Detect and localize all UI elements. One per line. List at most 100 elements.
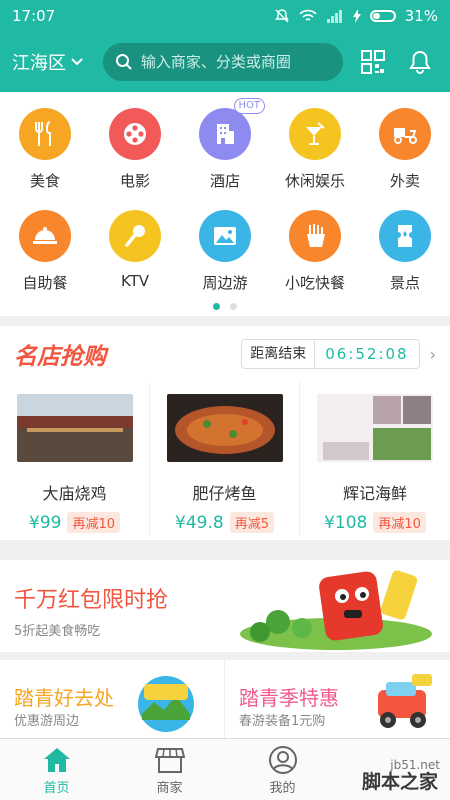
promo-card[interactable]: 踏青好去处 优惠游周边 bbox=[0, 660, 225, 738]
bell-icon bbox=[409, 50, 432, 74]
mute-icon bbox=[274, 9, 289, 23]
category-buffet[interactable]: 自助餐 bbox=[0, 210, 90, 293]
qr-code-icon bbox=[360, 50, 385, 74]
top-header: 江海区 bbox=[0, 32, 450, 92]
countdown-label: 距离结束 bbox=[242, 340, 316, 368]
search-input[interactable] bbox=[140, 53, 331, 71]
battery-percent: 31% bbox=[404, 7, 438, 25]
delivery-scooter-icon bbox=[394, 128, 417, 144]
category-label: 电影 bbox=[119, 172, 150, 190]
category-icon-circle bbox=[289, 108, 341, 160]
chevron-right-icon[interactable]: › bbox=[430, 345, 436, 364]
user-icon bbox=[268, 746, 297, 774]
status-icons: 31% bbox=[274, 7, 438, 25]
watermark: jb51.net 脚本之家 bbox=[322, 748, 450, 800]
charging-icon bbox=[352, 9, 361, 23]
microphone-icon bbox=[125, 225, 145, 247]
category-snacks[interactable]: 小吃快餐 bbox=[270, 210, 360, 293]
category-grid: 美食 电影 HOT 酒店 休闲娱乐 外卖 自助餐 KTV 周边游 小吃快餐 景点 bbox=[0, 92, 450, 316]
category-icon-circle bbox=[379, 108, 431, 160]
deal-thumbnail bbox=[317, 394, 433, 462]
deal-thumbnail bbox=[166, 394, 283, 462]
flash-deal-header: 名店抢购 距离结束 06:52:08 › bbox=[0, 326, 450, 382]
category-label: 自助餐 bbox=[22, 274, 68, 292]
tab-label: 我的 bbox=[269, 781, 296, 796]
category-icon-circle bbox=[19, 210, 71, 262]
category-nearby-travel[interactable]: 周边游 bbox=[180, 210, 270, 293]
status-bar: 17:07 31% bbox=[0, 0, 450, 32]
deal-price: ¥108 bbox=[324, 512, 368, 533]
signal-icon bbox=[326, 10, 342, 23]
jeep-car-icon bbox=[378, 674, 432, 728]
watermark-text: 脚本之家 bbox=[361, 771, 438, 793]
city-selector[interactable]: 江海区 bbox=[12, 49, 103, 75]
cocktail-icon bbox=[306, 122, 325, 145]
deal-name: 辉记海鲜 bbox=[342, 484, 407, 503]
flash-deal-list: 大庙烧鸡 ¥99 再减10 肥仔烤鱼 ¥49.8 再减5 辉记海鲜 ¥108 再… bbox=[0, 382, 450, 536]
category-label: 景点 bbox=[389, 274, 420, 292]
page-dot-active[interactable] bbox=[213, 303, 220, 310]
category-food[interactable]: 美食 bbox=[0, 108, 90, 191]
tab-label: 首页 bbox=[43, 781, 70, 796]
store-icon bbox=[154, 748, 185, 773]
promo-card[interactable]: 踏青季特惠 春游装备1元购 bbox=[225, 660, 450, 738]
cloche-icon bbox=[33, 227, 57, 244]
deal-card[interactable]: 肥仔烤鱼 ¥49.8 再减5 bbox=[150, 382, 300, 536]
category-hotel[interactable]: HOT 酒店 bbox=[180, 98, 270, 191]
promo-title: 踏青好去处 bbox=[14, 686, 114, 710]
wifi-icon bbox=[299, 9, 317, 21]
deal-discount-badge: 再减10 bbox=[373, 512, 426, 533]
flash-deal-section: 名店抢购 距离结束 06:52:08 › 大庙烧鸡 ¥99 再减10 肥仔烤鱼 … bbox=[0, 326, 450, 540]
category-label: 小吃快餐 bbox=[284, 274, 345, 292]
search-icon bbox=[115, 54, 132, 70]
deal-card[interactable]: 大庙烧鸡 ¥99 再减10 bbox=[0, 382, 150, 536]
deal-discount-badge: 再减5 bbox=[229, 512, 274, 533]
category-label: 周边游 bbox=[202, 274, 248, 292]
deal-name: 大庙烧鸡 bbox=[42, 484, 107, 503]
ticket-icon bbox=[398, 225, 412, 247]
deal-name: 肥仔烤鱼 bbox=[192, 484, 257, 503]
landscape-icon bbox=[214, 227, 236, 245]
qr-scan-button[interactable] bbox=[355, 44, 391, 80]
banner-subtitle: 5折起美食畅吃 bbox=[14, 624, 101, 639]
category-leisure[interactable]: 休闲娱乐 bbox=[270, 108, 360, 191]
promo-title: 踏青季特惠 bbox=[239, 686, 339, 710]
category-label: 美食 bbox=[29, 172, 60, 190]
category-icon-circle: HOT bbox=[199, 98, 265, 160]
category-takeout[interactable]: 外卖 bbox=[360, 108, 450, 191]
deal-thumbnail bbox=[16, 394, 133, 462]
category-icon-circle bbox=[379, 210, 431, 262]
tab-merchants[interactable]: 商家 bbox=[113, 739, 226, 800]
category-icon-circle bbox=[109, 210, 161, 262]
tab-label: 商家 bbox=[156, 781, 183, 796]
search-bar[interactable] bbox=[102, 43, 343, 81]
red-packet-banner[interactable]: 千万红包限时抢 5折起美食畅吃 bbox=[0, 560, 450, 652]
category-label: KTV bbox=[120, 272, 150, 290]
category-icon-circle bbox=[19, 108, 71, 160]
category-movie[interactable]: 电影 bbox=[90, 108, 180, 191]
chevron-down-icon bbox=[71, 58, 83, 66]
category-icon-circle bbox=[289, 210, 341, 262]
deal-price: ¥99 bbox=[29, 512, 62, 533]
promo-subtitle: 春游装备1元购 bbox=[239, 714, 326, 729]
banner-title: 千万红包限时抢 bbox=[14, 588, 169, 613]
red-packet-mascot-icon bbox=[240, 570, 432, 650]
category-label: 酒店 bbox=[209, 172, 240, 190]
category-scenic-spot[interactable]: 景点 bbox=[360, 210, 450, 293]
countdown-box: 距离结束 06:52:08 bbox=[241, 339, 420, 369]
category-label: 外卖 bbox=[389, 172, 420, 190]
tab-home[interactable]: 首页 bbox=[0, 739, 113, 800]
page-indicator bbox=[0, 303, 450, 310]
home-icon bbox=[43, 748, 70, 772]
film-reel-icon bbox=[124, 123, 146, 145]
promo-row: 踏青好去处 优惠游周边 踏青季特惠 春游装备1元购 bbox=[0, 660, 450, 738]
category-ktv[interactable]: KTV bbox=[90, 210, 180, 290]
notification-button[interactable] bbox=[402, 44, 438, 80]
countdown-timer: 06:52:08 bbox=[325, 345, 409, 363]
category-icon-circle bbox=[199, 210, 251, 262]
status-time: 17:07 bbox=[12, 7, 56, 25]
hotel-building-icon bbox=[217, 124, 234, 144]
page-dot[interactable] bbox=[230, 303, 237, 310]
deal-card[interactable]: 辉记海鲜 ¥108 再减10 bbox=[300, 382, 450, 536]
spring-outing-badge-icon bbox=[138, 676, 194, 732]
